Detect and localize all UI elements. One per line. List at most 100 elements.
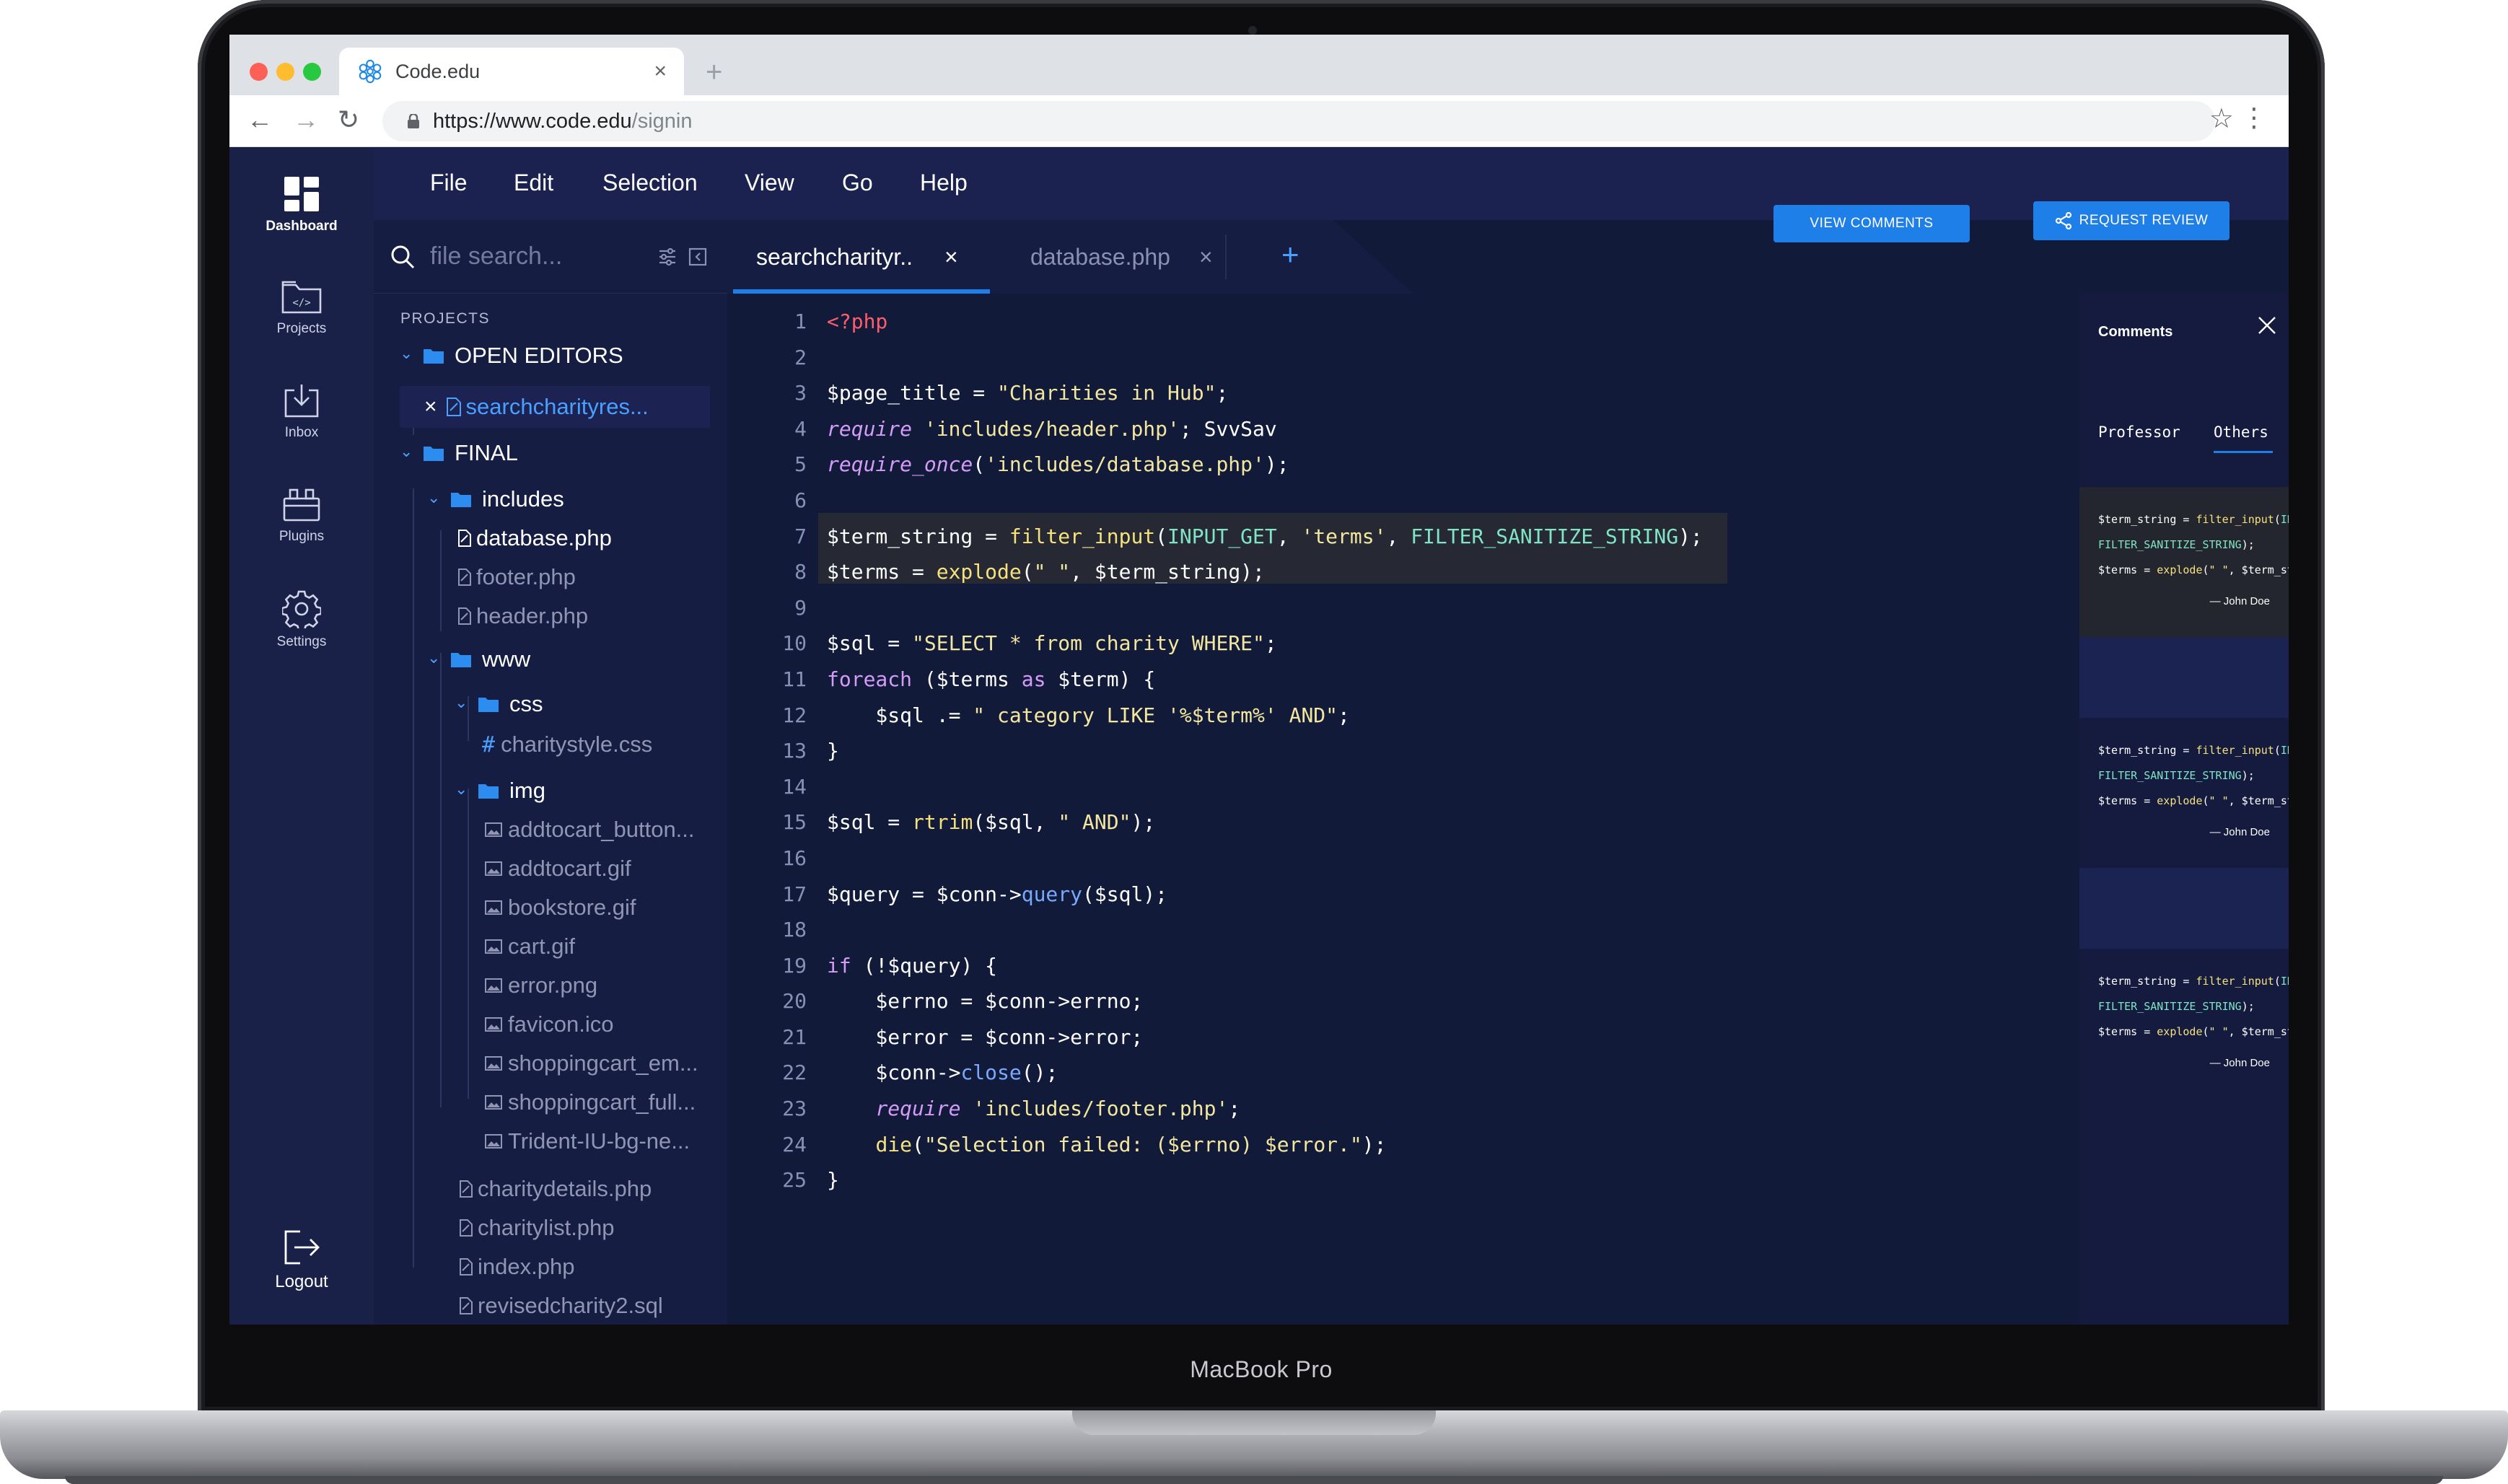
code-line[interactable] bbox=[827, 483, 1703, 519]
code-line[interactable]: if (!$query) { bbox=[827, 948, 1703, 984]
tree-file[interactable]: shoppingcart_full... bbox=[485, 1086, 696, 1119]
chevron-down-icon[interactable]: ⌄ bbox=[400, 442, 413, 461]
bookmark-star-icon[interactable]: ☆ bbox=[2209, 102, 2234, 135]
menu-view[interactable]: View bbox=[745, 170, 794, 196]
sidebar-item-dashboard[interactable]: Dashboard bbox=[229, 175, 374, 234]
code-line[interactable] bbox=[827, 912, 1703, 948]
code-line[interactable]: $sql = rtrim($sql, " AND"); bbox=[827, 804, 1703, 840]
chevron-down-icon[interactable]: ⌄ bbox=[455, 693, 468, 712]
code-content[interactable]: <?php $page_title = "Charities in Hub"; r… bbox=[827, 304, 1703, 1198]
sidebar-label-dashboard: Dashboard bbox=[266, 219, 338, 234]
tree-file[interactable]: addtocart.gif bbox=[485, 852, 631, 885]
tree-folder-final[interactable]: FINAL bbox=[423, 436, 518, 470]
code-line[interactable] bbox=[827, 769, 1703, 805]
code-line[interactable]: require 'includes/header.php'; SvvSav bbox=[827, 411, 1703, 447]
tree-file[interactable]: header.php bbox=[457, 600, 588, 633]
code-line[interactable] bbox=[827, 340, 1703, 376]
logout-button[interactable]: Logout bbox=[229, 1229, 374, 1292]
comment-card[interactable]: $term_string = filter_input(INPUT_GET, '… bbox=[2079, 487, 2289, 637]
code-line[interactable]: die("Selection failed: ($errno) $error."… bbox=[827, 1127, 1703, 1163]
code-line[interactable]: $query = $conn->query($sql); bbox=[827, 877, 1703, 913]
chevron-down-icon[interactable]: ⌄ bbox=[400, 344, 413, 363]
line-number: 22 bbox=[782, 1061, 807, 1085]
close-window-button[interactable] bbox=[250, 63, 268, 81]
code-line[interactable]: $sql = "SELECT * from charity WHERE"; bbox=[827, 625, 1703, 662]
tree-folder-includes[interactable]: includes bbox=[450, 483, 564, 516]
close-comments-icon[interactable] bbox=[2257, 315, 2277, 335]
code-editor[interactable]: 1 2 3 4 5 6 7 8 9 10 11 12 13 14 15 16 17 18 19 20 21 22 23 24 2… bbox=[727, 294, 2079, 1325]
tree-file[interactable]: cart.gif bbox=[485, 930, 575, 963]
menu-help[interactable]: Help bbox=[920, 170, 968, 196]
code-line[interactable]: require 'includes/footer.php'; bbox=[827, 1091, 1703, 1127]
code-line[interactable]: $term_string = filter_input(INPUT_GET, '… bbox=[827, 519, 1703, 555]
add-tab-icon[interactable]: + bbox=[1281, 237, 1299, 272]
tree-file[interactable]: Trident-IU-bg-ne... bbox=[485, 1125, 690, 1158]
code-line[interactable]: } bbox=[827, 1162, 1703, 1198]
tree-file[interactable]: addtocart_button... bbox=[485, 813, 695, 846]
tree-file[interactable]: favicon.ico bbox=[485, 1008, 613, 1041]
tree-folder-css[interactable]: css bbox=[478, 688, 543, 721]
menu-edit[interactable]: Edit bbox=[514, 170, 553, 196]
code-line[interactable]: <?php bbox=[827, 304, 1703, 340]
maximize-window-button[interactable] bbox=[303, 63, 321, 81]
editor-tab-database[interactable]: database.php × bbox=[1030, 220, 1213, 294]
code-line[interactable]: $terms = explode(" ", $term_string); bbox=[827, 554, 1703, 590]
tree-file[interactable]: bookstore.gif bbox=[485, 891, 636, 924]
new-tab-icon[interactable]: + bbox=[706, 56, 722, 89]
menu-go[interactable]: Go bbox=[842, 170, 873, 196]
address-bar[interactable]: https://www.code.edu/signin bbox=[382, 101, 2215, 141]
comments-tab-professor[interactable]: Professor bbox=[2098, 423, 2180, 441]
tree-file[interactable]: index.php bbox=[459, 1250, 574, 1283]
code-line[interactable]: $sql .= " category LIKE '%$term%' AND"; bbox=[827, 698, 1703, 734]
forward-arrow-icon[interactable]: → bbox=[293, 105, 319, 134]
tree-folder-open-editors[interactable]: OPEN EDITORS bbox=[423, 339, 623, 372]
code-line[interactable]: } bbox=[827, 733, 1703, 769]
sidebar-item-projects[interactable]: </> Projects bbox=[229, 279, 374, 337]
close-editor-tab-icon[interactable]: × bbox=[1199, 244, 1213, 271]
close-editor-tab-icon[interactable]: × bbox=[944, 244, 958, 271]
close-tab-icon[interactable]: × bbox=[654, 59, 667, 84]
comment-card[interactable]: $term_string = filter_input(INPUT_GET, '… bbox=[2079, 949, 2289, 1099]
code-line[interactable]: require_once('includes/database.php'); bbox=[827, 447, 1703, 483]
tree-folder-img[interactable]: img bbox=[478, 774, 545, 807]
code-line[interactable] bbox=[827, 840, 1703, 877]
comment-card[interactable]: $term_string = filter_input(INPUT_GET, '… bbox=[2079, 718, 2289, 868]
sidebar-item-settings[interactable]: Settings bbox=[229, 589, 374, 650]
tree-file[interactable]: shoppingcart_em... bbox=[485, 1047, 698, 1080]
tree-file[interactable]: revisedcharity2.sql bbox=[459, 1289, 663, 1322]
menu-file[interactable]: File bbox=[430, 170, 468, 196]
comments-tab-others[interactable]: Others bbox=[2214, 423, 2268, 441]
code-line[interactable]: $errno = $conn->errno; bbox=[827, 983, 1703, 1019]
menu-selection[interactable]: Selection bbox=[602, 170, 698, 196]
sidebar-item-inbox[interactable]: Inbox bbox=[229, 382, 374, 441]
tree-file[interactable]: footer.php bbox=[457, 561, 576, 594]
comments-title: Comments bbox=[2098, 324, 2173, 340]
minimize-window-button[interactable] bbox=[276, 63, 294, 81]
code-line[interactable]: $error = $conn->error; bbox=[827, 1019, 1703, 1055]
tree-file[interactable]: database.php bbox=[457, 522, 612, 555]
close-icon[interactable]: × bbox=[424, 395, 437, 419]
browser-tab[interactable]: Code.edu × bbox=[339, 48, 684, 95]
chevron-down-icon[interactable]: ⌄ bbox=[427, 649, 440, 667]
code-line[interactable]: $page_title = "Charities in Hub"; bbox=[827, 375, 1703, 411]
back-arrow-icon[interactable]: ← bbox=[247, 105, 273, 134]
line-number: 14 bbox=[782, 774, 807, 799]
code-line[interactable] bbox=[827, 590, 1703, 626]
tree-file[interactable]: error.png bbox=[485, 969, 597, 1002]
chevron-down-icon[interactable]: ⌄ bbox=[455, 780, 468, 799]
reload-icon[interactable]: ↻ bbox=[338, 105, 359, 134]
open-editor-item[interactable]: × searchcharityres... bbox=[424, 390, 649, 423]
tree-file[interactable]: charitylist.php bbox=[459, 1211, 615, 1244]
code-line[interactable]: foreach ($terms as $term) { bbox=[827, 662, 1703, 698]
sidebar-item-plugins[interactable]: Plugins bbox=[229, 487, 374, 545]
tree-file[interactable]: charitydetails.php bbox=[459, 1172, 652, 1206]
code-line[interactable]: $conn->close(); bbox=[827, 1055, 1703, 1091]
chevron-down-icon[interactable]: ⌄ bbox=[427, 488, 440, 507]
view-comments-button[interactable]: VIEW COMMENTS bbox=[1773, 205, 1970, 242]
app: Dashboard </> Projects Inbox Plugins Set… bbox=[229, 148, 2289, 1325]
tree-folder-www[interactable]: www bbox=[450, 643, 530, 676]
tree-file[interactable]: # charitystyle.css bbox=[482, 728, 652, 761]
browser-menu-icon[interactable]: ⋮ bbox=[2241, 102, 2267, 133]
request-review-button[interactable]: REQUEST REVIEW bbox=[2033, 201, 2229, 240]
editor-tab-active[interactable]: searchcharityr.. × bbox=[756, 220, 958, 294]
